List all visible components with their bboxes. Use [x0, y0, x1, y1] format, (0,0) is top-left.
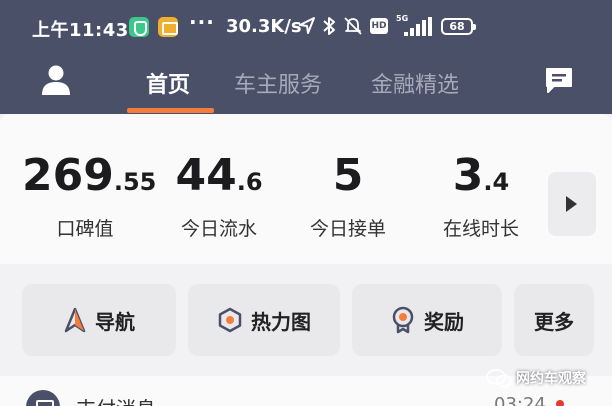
stat-reputation[interactable]: 269.55 口碑值: [22, 150, 157, 241]
driver-stats-panel: 269.55 口碑值 44.6 今日流水 5 今日接单 3.4 在线时长: [0, 114, 612, 264]
stat-label: 今日流水: [180, 218, 257, 240]
stat-today-orders[interactable]: 5 今日接单: [296, 150, 400, 241]
watermark-text: 网约车观察: [516, 371, 586, 387]
status-time: 上午11:43: [32, 20, 129, 41]
wechat-icon: [486, 369, 512, 388]
more-button[interactable]: 更多: [514, 284, 594, 356]
quick-actions: 导航 热力图 奖励 更多: [0, 264, 612, 376]
stats-next-arrow-button[interactable]: [548, 172, 596, 236]
message-icon[interactable]: [544, 66, 574, 94]
top-navigation: 首页 车主服务 金融精选: [0, 56, 612, 114]
tab-finance-picks[interactable]: 金融精选: [371, 67, 459, 99]
stat-value: 269.55: [22, 150, 157, 201]
reward-button[interactable]: 奖励: [352, 284, 502, 356]
hd-voice-icon: HD: [370, 18, 388, 34]
mute-bell-icon: [344, 17, 362, 35]
stat-label: 今日接单: [309, 218, 386, 240]
watermark: 网约车观察: [486, 366, 586, 390]
stat-today-revenue[interactable]: 44.6 今日流水: [166, 150, 272, 241]
message-title: 支付消息: [76, 393, 156, 406]
app-header: 上午11:43 ··· 30.3K/s HD 5G 68 首页 车主服务 金融精…: [0, 0, 612, 114]
stat-label: 口碑值: [56, 218, 114, 240]
message-notification-icon: [158, 17, 178, 37]
message-time: 03:24: [494, 394, 546, 406]
stat-value: 5: [332, 150, 364, 201]
heatmap-button[interactable]: 热力图: [188, 284, 340, 356]
signal-strength-icon: [404, 17, 432, 36]
more-notifications-icon: ···: [189, 10, 215, 34]
status-bar: 上午11:43 ··· 30.3K/s HD 5G 68: [0, 0, 612, 56]
stat-value: 3.4: [452, 150, 510, 201]
stat-online-hours[interactable]: 3.4 在线时长: [428, 150, 534, 241]
stat-label: 在线时长: [442, 218, 519, 240]
bluetooth-icon: [323, 17, 335, 35]
navigation-arrow-icon: [64, 307, 86, 333]
user-profile-icon[interactable]: [38, 64, 74, 96]
battery-icon: 68: [441, 18, 476, 35]
stat-value: 44.6: [175, 150, 263, 201]
network-speed: 30.3K/s: [226, 16, 302, 37]
navigation-button[interactable]: 导航: [22, 284, 176, 356]
heatmap-hexagon-icon: [218, 307, 242, 333]
active-tab-indicator: [127, 108, 214, 113]
app-notification-icon: [129, 17, 149, 37]
tab-home[interactable]: 首页: [146, 67, 190, 99]
unread-dot: [556, 400, 564, 406]
tab-owner-services[interactable]: 车主服务: [234, 67, 322, 99]
location-icon: [299, 17, 315, 34]
reward-medal-icon: [392, 306, 414, 334]
wallet-icon: [26, 390, 60, 406]
